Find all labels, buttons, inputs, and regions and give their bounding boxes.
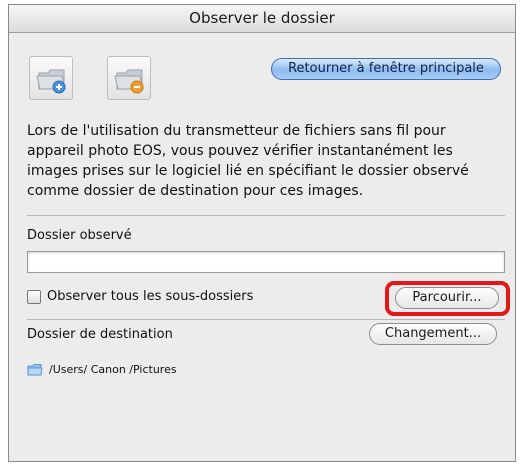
description-text: Lors de l'utilisation du transmetteur de… (27, 123, 469, 199)
browse-button[interactable]: Parcourir... (395, 287, 499, 309)
separator (27, 319, 505, 320)
watch-subfolders-checkbox[interactable] (27, 290, 41, 304)
remove-folder-button[interactable] (107, 56, 151, 100)
separator (27, 215, 505, 216)
return-to-main-window-button[interactable]: Retourner à fenêtre principale (271, 58, 501, 80)
watched-folder-field[interactable] (27, 251, 505, 273)
folder-add-icon (36, 69, 66, 94)
destination-path-text: /Users/ Canon /Pictures (49, 363, 177, 376)
change-destination-button[interactable]: Changement... (369, 323, 497, 345)
window-title: Observer le dossier (9, 5, 515, 33)
watch-subfolders-label[interactable]: Observer tous les sous-dossiers (47, 289, 253, 304)
add-folder-button[interactable] (29, 56, 73, 100)
watched-folder-label: Dossier observé (27, 228, 132, 243)
destination-folder-label: Dossier de destination (27, 327, 173, 342)
folder-remove-icon (114, 69, 144, 94)
folder-icon (27, 364, 43, 376)
observe-folder-window: Observer le dossier Retourner à fenêtre … (8, 4, 516, 462)
